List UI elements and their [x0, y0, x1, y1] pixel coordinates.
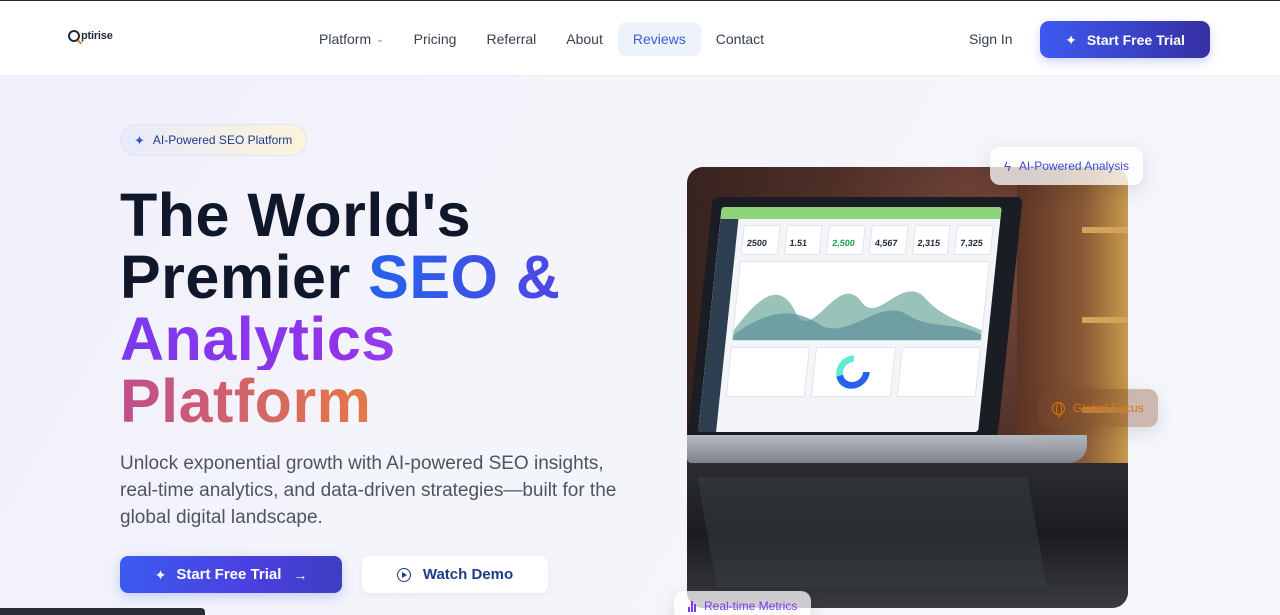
dashboard-panels	[725, 347, 981, 397]
hero-start-free-trial-button[interactable]: ✦ Start Free Trial →	[120, 556, 342, 593]
logo-magnifier-icon	[68, 30, 80, 42]
stat-card: 1.51	[783, 225, 824, 255]
chevron-down-icon: ⌄	[376, 33, 384, 44]
button-label: Watch Demo	[422, 566, 514, 583]
nav-item-referral[interactable]: Referral	[471, 22, 551, 56]
stat-card: 2500	[740, 225, 781, 255]
hero-badge: ✦ AI-Powered SEO Platform	[120, 124, 308, 156]
stat-card: 4,567	[868, 225, 909, 255]
stat-card: 2,315	[911, 225, 952, 255]
dashboard-area-chart	[731, 261, 991, 341]
global-focus-tag: Global Focus	[1038, 389, 1158, 427]
logo[interactable]: ptirise	[68, 30, 113, 42]
top-navigation: ptirise Platform ⌄ Pricing Referral Abou…	[0, 1, 1280, 76]
shelf	[1082, 317, 1128, 323]
nav-item-reviews[interactable]: Reviews	[617, 22, 701, 56]
badge-label: AI-Powered SEO Platform	[152, 133, 293, 147]
tag-label: Global Focus	[1073, 401, 1144, 415]
nav-item-label: Platform	[319, 31, 372, 47]
arrow-right-icon: →	[293, 566, 308, 583]
dashboard-panel	[725, 347, 811, 397]
headline-line-2: Premier SEO &	[120, 246, 560, 308]
main-menu: Platform ⌄ Pricing Referral About Review…	[304, 22, 779, 56]
nav-item-label: Referral	[486, 31, 537, 47]
dashboard-header-bar	[720, 207, 1002, 219]
desk-reflection	[697, 477, 1047, 587]
headline-line-1: The World's	[120, 181, 472, 249]
globe-icon	[1052, 401, 1065, 417]
sign-in-link[interactable]: Sign In	[969, 31, 1013, 47]
hero-laptop-image: 2500 1.51 2,500 4,567 2,315 7,325	[687, 167, 1128, 608]
watch-demo-button[interactable]: Watch Demo	[362, 556, 548, 593]
nav-item-label: Contact	[715, 31, 765, 47]
nav-item-contact[interactable]: Contact	[701, 22, 779, 56]
bar-chart-icon	[688, 600, 696, 612]
nav-item-about[interactable]: About	[551, 22, 618, 56]
nav-item-label: About	[566, 31, 603, 47]
laptop-lid: 2500 1.51 2,500 4,567 2,315 7,325	[687, 197, 1023, 442]
nav-item-label: Reviews	[632, 31, 686, 47]
nav-item-label: Pricing	[413, 31, 457, 47]
shelf	[1082, 227, 1128, 233]
dashboard-panel	[811, 347, 896, 397]
sparkle-icon: ✦	[1065, 31, 1077, 48]
lightning-icon: ϟ	[1004, 158, 1011, 174]
tag-label: AI-Powered Analysis	[1018, 159, 1129, 173]
sparkle-icon: ✦	[154, 566, 167, 583]
headline-premier: Premier	[120, 243, 369, 311]
tag-label: Real-time Metrics	[704, 599, 798, 613]
button-label: Start Free Trial	[1086, 31, 1185, 48]
headline-line-4: Platform	[120, 370, 560, 432]
play-circle-icon	[396, 567, 411, 582]
stat-card: 2,500	[825, 225, 866, 255]
headline-seo: SEO &	[368, 243, 561, 311]
laptop-base	[687, 435, 1087, 463]
headline-line-3: Analytics	[120, 308, 560, 370]
stat-card: 7,325	[954, 225, 994, 255]
hero-headline: The World's Premier SEO & Analytics Plat…	[120, 184, 560, 432]
donut-chart-graphic	[836, 355, 871, 389]
laptop-screen: 2500 1.51 2,500 4,567 2,315 7,325	[698, 207, 1002, 432]
button-label: Start Free Trial	[176, 566, 282, 583]
start-free-trial-button[interactable]: ✦ Start Free Trial	[1040, 21, 1210, 58]
area-chart-graphic	[732, 291, 982, 340]
realtime-metrics-tag: Real-time Metrics	[674, 591, 812, 615]
ai-analysis-tag: ϟ AI-Powered Analysis	[990, 147, 1143, 185]
dashboard-panel	[896, 347, 981, 397]
nav-item-pricing[interactable]: Pricing	[399, 22, 472, 56]
nav-item-platform[interactable]: Platform ⌄	[304, 22, 399, 56]
sparkle-icon: ✦	[134, 132, 145, 148]
dashboard-stats: 2500 1.51 2,500 4,567 2,315 7,325	[717, 219, 1001, 255]
logo-text: ptirise	[81, 30, 113, 42]
browser-status-bar	[0, 608, 205, 615]
hero-description: Unlock exponential growth with AI-powere…	[120, 453, 617, 528]
